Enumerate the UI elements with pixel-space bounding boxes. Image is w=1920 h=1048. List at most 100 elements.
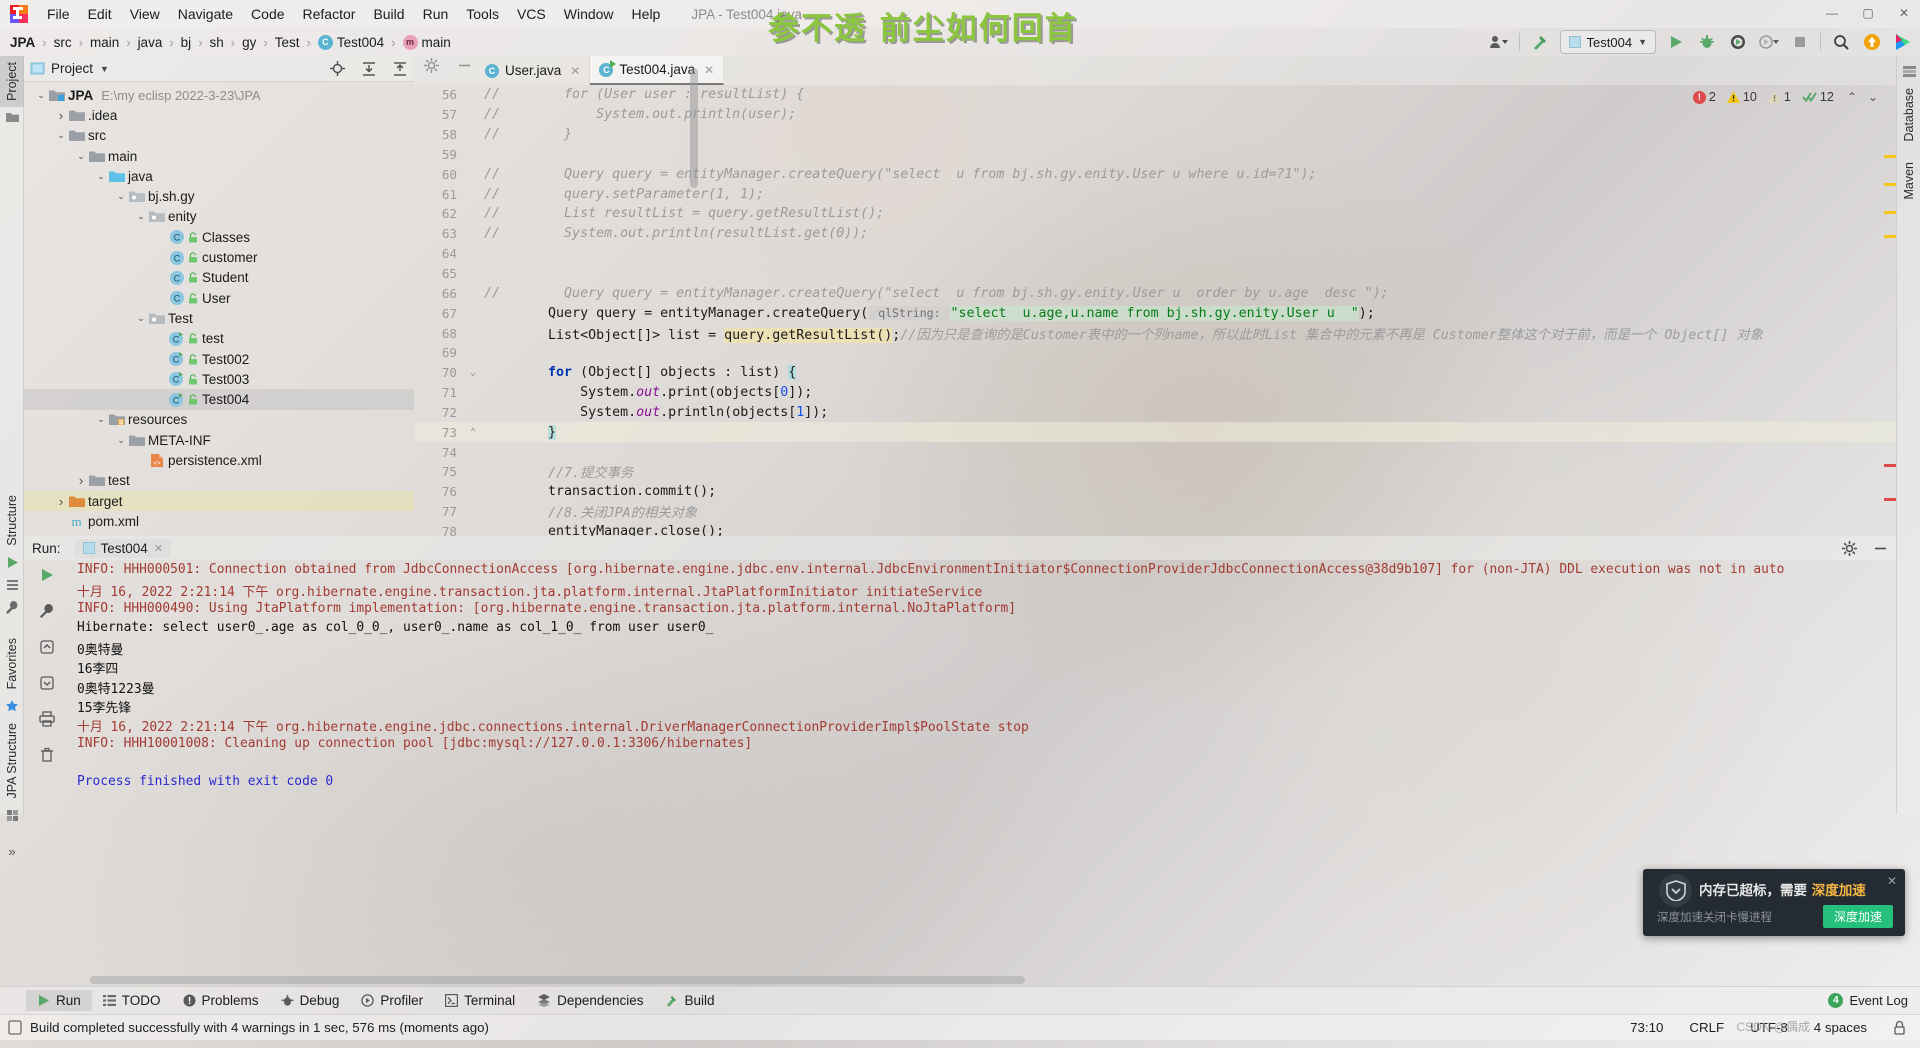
settings-gear-icon[interactable] [1842,540,1857,556]
menu-item-vcs[interactable]: VCS [508,3,555,25]
tree-node-persistence-xml[interactable]: <> persistence.xml [24,450,414,470]
error-marker[interactable] [1884,498,1896,501]
indent-setting[interactable]: 4 spaces [1814,1020,1867,1035]
database-grid-icon[interactable] [1897,60,1920,82]
build-hammer-icon[interactable] [1529,31,1551,53]
tree-node-test003[interactable]: C Test003 [24,369,414,389]
close-button[interactable]: ✕ [1892,2,1916,24]
breadcrumb-item-src[interactable]: src [54,35,72,50]
close-icon[interactable]: ✕ [570,64,580,78]
breadcrumb-item-test004[interactable]: C Test004 [317,34,384,50]
event-log-label[interactable]: Event Log [1849,993,1908,1008]
menu-item-window[interactable]: Window [555,3,623,25]
rerun-icon[interactable] [35,564,59,586]
notification-popup[interactable]: 内存已超标，需要 深度加速 深度加速关闭卡慢进程 深度加速 ✕ [1643,869,1905,936]
bottom-tab-todo[interactable]: TODO [92,990,172,1011]
bottom-tab-run[interactable]: Run [26,990,92,1011]
tree-node-resources[interactable]: ⌄ resources [24,410,414,430]
previous-issue-icon[interactable]: ⌃ [1847,90,1857,104]
collapse-all-icon[interactable] [391,60,408,77]
tree-node-jpa[interactable]: ⌄ JPA E:\my eclisp 2022-3-23\JPA [24,85,414,105]
chevron-down-icon[interactable]: ⌄ [114,191,128,202]
warning-marker[interactable] [1884,155,1896,158]
editor-tab-user-java[interactable]: C User.java ✕ [476,56,591,85]
chevron-down-icon[interactable]: ⌄ [94,171,108,182]
warning-count-group[interactable]: 10 [1726,90,1757,104]
error-count-group[interactable]: ! 2 [1692,90,1716,104]
maximize-button[interactable]: ▢ [1856,2,1880,24]
menu-item-refactor[interactable]: Refactor [294,3,365,25]
next-issue-icon[interactable]: ⌄ [1868,90,1878,104]
notification-action-button[interactable]: 深度加速 [1822,905,1893,928]
run-icon[interactable] [1665,31,1687,53]
close-icon[interactable]: ✕ [1887,874,1897,888]
breadcrumb-item-jpa[interactable]: JPA [10,35,35,50]
console-output[interactable]: INFO: HHH000501: Connection obtained fro… [69,560,1896,814]
close-icon[interactable]: ✕ [704,63,714,77]
chevron-down-icon[interactable]: ⌄ [94,414,108,425]
weak-warning-count-group[interactable]: 1 [1767,90,1791,104]
sidebar-item-favorites[interactable]: Favorites [0,632,24,695]
stop-icon[interactable] [1789,31,1811,53]
tree-node-test[interactable]: › test [24,471,414,491]
chevron-down-icon[interactable]: ⌄ [54,130,68,141]
expand-all-icon[interactable] [360,60,377,77]
profiler-icon[interactable] [1758,31,1780,53]
chevron-right-icon[interactable]: › [54,494,68,509]
tree-node-customer[interactable]: Ccustomer [24,247,414,267]
bottom-tab-build[interactable]: Build [654,990,725,1011]
warning-marker[interactable] [1884,183,1896,186]
close-icon[interactable]: ✕ [154,542,163,555]
project-tree-scrollbar[interactable] [690,68,698,188]
menu-item-view[interactable]: View [121,3,169,25]
build-side-icon[interactable] [0,574,24,596]
debug-icon[interactable] [1696,31,1718,53]
breadcrumb-item-main[interactable]: m main [402,34,451,50]
sidebar-item-database[interactable]: Database [1897,82,1920,148]
menu-item-help[interactable]: Help [623,3,670,25]
bottom-tab-debug[interactable]: Debug [270,990,351,1011]
breadcrumb-item-sh[interactable]: sh [210,35,224,50]
menu-item-build[interactable]: Build [364,3,413,25]
scroll-down-icon[interactable] [35,672,59,694]
sidebar-item-maven[interactable]: Maven [1897,156,1920,206]
tree-node-enity[interactable]: ⌄ enity [24,207,414,227]
chevron-down-icon[interactable]: ⌄ [114,435,128,446]
tree-node-test002[interactable]: C Test002 [24,349,414,369]
code-editor[interactable]: 56 // for (User user : resultList) {57 // … [414,85,1896,536]
error-marker[interactable] [1884,464,1896,467]
sidebar-item-jpa-structure[interactable]: JPA Structure [0,717,24,805]
hide-panel-icon[interactable] [1873,541,1888,556]
chevron-down-icon[interactable]: ⌄ [134,211,148,222]
tree-node-pom-xml[interactable]: m pom.xml [24,511,414,531]
tree-node-user[interactable]: C User [24,288,414,308]
marker-bar[interactable] [1884,113,1896,536]
tree-node-target[interactable]: › target [24,490,414,512]
tree-node-classes[interactable]: C Classes [24,227,414,247]
breadcrumb-item-gy[interactable]: gy [242,35,256,50]
menu-item-navigate[interactable]: Navigate [169,3,242,25]
editor-tab-test004-java[interactable]: C Test004.java ✕ [590,56,725,85]
sidebar-item-structure[interactable]: Structure [0,489,24,552]
bottom-tab-dependencies[interactable]: Dependencies [526,990,654,1011]
expand-strip-icon[interactable]: » [0,841,24,863]
run-tab-test004[interactable]: Test004 ✕ [74,538,172,558]
chevron-right-icon[interactable]: › [54,108,68,123]
wrench-icon[interactable] [35,600,59,622]
minimize-button[interactable]: — [1820,2,1844,24]
bottom-tab-profiler[interactable]: Profiler [350,990,434,1011]
line-separator[interactable]: CRLF [1689,1020,1724,1035]
bottom-tab-terminal[interactable]: Terminal [434,990,526,1011]
warning-marker[interactable] [1884,235,1896,238]
chevron-right-icon[interactable]: › [74,473,88,488]
caret-position[interactable]: 73:10 [1630,1020,1663,1035]
run-side-icon[interactable] [0,552,24,574]
chevron-down-icon[interactable]: ▼ [100,64,109,74]
tree-node--idea[interactable]: › .idea [24,105,414,125]
idea-feature-icon[interactable] [1892,31,1914,53]
menu-item-file[interactable]: File [38,3,79,25]
locate-icon[interactable] [329,60,346,77]
menu-item-tools[interactable]: Tools [457,3,508,25]
print-icon[interactable] [35,708,59,730]
breadcrumb-item-main[interactable]: main [90,35,119,50]
